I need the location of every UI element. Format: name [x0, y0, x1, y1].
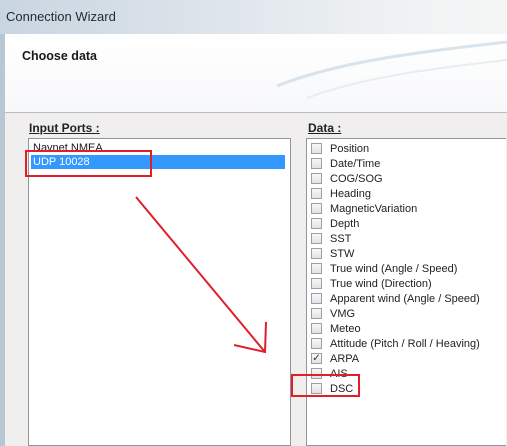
- data-item-label: Meteo: [330, 322, 361, 335]
- checkbox[interactable]: [311, 218, 322, 229]
- data-item-attitude[interactable]: Attitude (Pitch / Roll / Heaving): [311, 336, 480, 351]
- data-item-label: COG/SOG: [330, 172, 383, 185]
- data-item-sst[interactable]: SST: [311, 231, 351, 246]
- window-title: Connection Wizard: [6, 9, 116, 24]
- title-bar: Connection Wizard: [0, 0, 507, 35]
- checkbox[interactable]: [311, 338, 322, 349]
- checkbox[interactable]: [311, 233, 322, 244]
- data-item-true-wind-angle-speed[interactable]: True wind (Angle / Speed): [311, 261, 457, 276]
- data-item-stw[interactable]: STW: [311, 246, 354, 261]
- data-label: Data :: [308, 121, 342, 135]
- data-item-label: True wind (Direction): [330, 277, 432, 290]
- checkbox[interactable]: ✓: [311, 353, 322, 364]
- data-item-date-time[interactable]: Date/Time: [311, 156, 380, 171]
- data-item-label: ARPA: [330, 352, 360, 365]
- highlight-box-arpa: [291, 374, 360, 397]
- checkbox[interactable]: [311, 173, 322, 184]
- data-checklist[interactable]: Position Date/Time COG/SOG Heading Magne…: [306, 138, 506, 446]
- wizard-header: Choose data: [5, 34, 507, 113]
- checkbox[interactable]: [311, 308, 322, 319]
- data-item-label: Heading: [330, 187, 371, 200]
- highlight-box-udp: [25, 150, 152, 177]
- data-item-meteo[interactable]: Meteo: [311, 321, 361, 336]
- data-item-magnetic-variation[interactable]: MagneticVariation: [311, 201, 417, 216]
- data-item-arpa[interactable]: ✓ ARPA: [311, 351, 359, 366]
- data-item-label: VMG: [330, 307, 356, 320]
- data-item-label: Attitude (Pitch / Roll / Heaving): [330, 337, 480, 350]
- data-item-true-wind-direction[interactable]: True wind (Direction): [311, 276, 432, 291]
- data-item-label: SST: [330, 232, 352, 245]
- data-item-label: Position: [330, 142, 370, 155]
- checkbox[interactable]: [311, 158, 322, 169]
- input-ports-label: Input Ports :: [29, 121, 100, 135]
- checkbox[interactable]: [311, 203, 322, 214]
- data-item-apparent-wind[interactable]: Apparent wind (Angle / Speed): [311, 291, 480, 306]
- data-item-position[interactable]: Position: [311, 141, 369, 156]
- data-item-heading[interactable]: Heading: [311, 186, 371, 201]
- checkbox[interactable]: [311, 188, 322, 199]
- input-ports-list[interactable]: Navnet NMEA UDP 10028: [28, 138, 291, 446]
- data-item-label: Date/Time: [330, 157, 381, 170]
- checkbox[interactable]: [311, 263, 322, 274]
- checkbox[interactable]: [311, 293, 322, 304]
- page-title: Choose data: [22, 49, 98, 63]
- header-decoration: [276, 40, 507, 99]
- data-item-depth[interactable]: Depth: [311, 216, 359, 231]
- checkbox[interactable]: [311, 323, 322, 334]
- data-item-cog-sog[interactable]: COG/SOG: [311, 171, 383, 186]
- checkbox[interactable]: [311, 248, 322, 259]
- checkbox[interactable]: [311, 143, 322, 154]
- data-item-label: True wind (Angle / Speed): [330, 262, 458, 275]
- data-item-label: STW: [330, 247, 355, 260]
- data-item-label: Apparent wind (Angle / Speed): [330, 292, 480, 305]
- checkmark-icon: ✓: [312, 353, 321, 364]
- data-item-label: MagneticVariation: [330, 202, 418, 215]
- data-item-label: Depth: [330, 217, 360, 230]
- data-item-vmg[interactable]: VMG: [311, 306, 355, 321]
- checkbox[interactable]: [311, 278, 322, 289]
